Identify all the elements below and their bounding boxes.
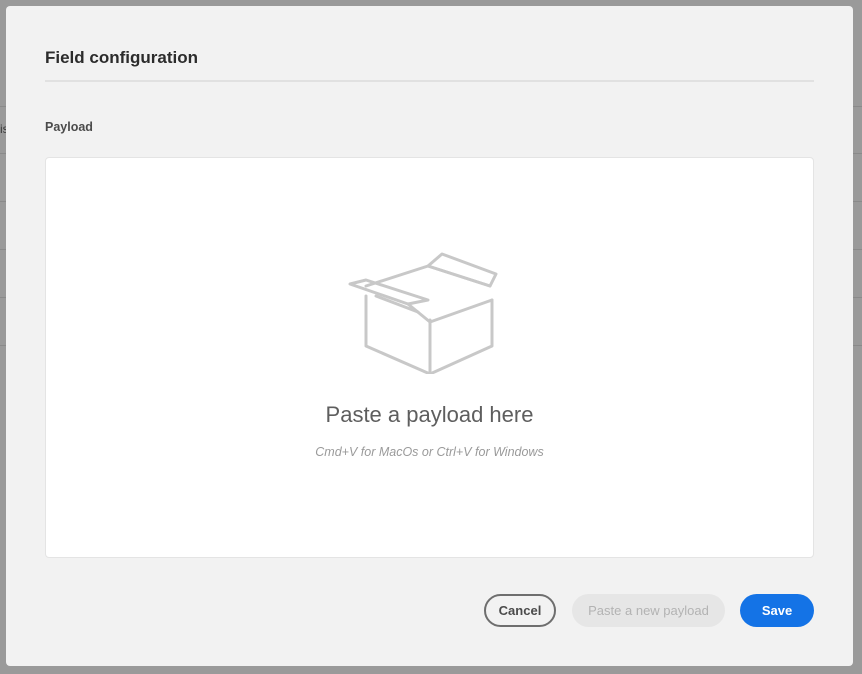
payload-label: Payload [45, 120, 93, 134]
cancel-button[interactable]: Cancel [484, 594, 556, 627]
dropzone-heading: Paste a payload here [325, 402, 534, 427]
dialog-title: Field configuration [45, 48, 198, 67]
paste-new-payload-button[interactable]: Paste a new payload [572, 594, 725, 627]
dropzone-hint: Cmd+V for MacOs or Ctrl+V for Windows [315, 445, 544, 459]
save-button[interactable]: Save [740, 594, 814, 627]
field-configuration-dialog: Field configuration Payload Paste a payl… [6, 6, 853, 666]
payload-dropzone[interactable]: Paste a payload here Cmd+V for MacOs or … [45, 157, 814, 558]
open-box-icon [348, 252, 498, 374]
title-divider [45, 80, 814, 82]
